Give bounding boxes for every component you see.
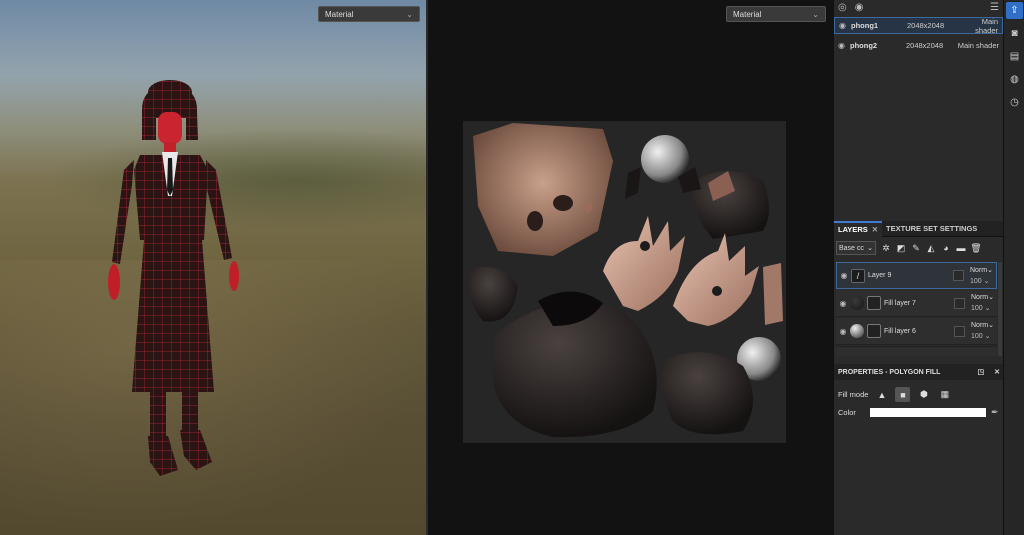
eye-link-icon[interactable]: ◎	[838, 2, 847, 13]
effects-icon[interactable]: ✲	[881, 243, 891, 253]
tab-layers-label: LAYERS	[838, 225, 868, 234]
shelf-icon[interactable]: ▤	[1006, 48, 1023, 65]
chevron-down-icon: ⌄	[983, 277, 990, 285]
texture-set-toolbar: ◎ ◉ ☰	[834, 0, 1003, 14]
uv-chunk-fill-icon[interactable]: ▦	[937, 387, 952, 402]
layer-row[interactable]: ◉ Fill layer 6 Norm⌄ 100 ⌄	[836, 318, 997, 345]
layer-name: Fill layer 6	[884, 327, 916, 335]
pop-out-icon[interactable]: ◳	[978, 368, 985, 376]
brush-layer-thumbnail: /	[851, 268, 865, 283]
texture-set-resolution: 2048x2048	[907, 21, 945, 30]
visibility-icon[interactable]: ◉	[836, 327, 850, 336]
visibility-icon[interactable]: ◉	[836, 299, 850, 308]
environment-icon[interactable]: ◍	[1006, 71, 1023, 88]
texture-set-name: phong2	[850, 41, 878, 50]
fill-bucket-icon[interactable]: ◭	[926, 243, 936, 253]
properties-header: PROPERTIES - POLYGON FILL ◳ ✕	[834, 364, 1004, 380]
layer-opacity: 100	[970, 277, 982, 285]
close-icon[interactable]: ✕	[872, 225, 878, 234]
uv-texture-sheet[interactable]	[463, 121, 786, 443]
texture-set-row[interactable]: ◉ phong2 2048x2048 Main shader	[834, 37, 1003, 54]
tab-texture-set-settings-label: TEXTURE SET SETTINGS	[886, 224, 978, 233]
layer-opacity: 100	[971, 333, 983, 340]
material-dropdown-3d[interactable]: Material ⌄	[318, 6, 420, 22]
display-settings-icon[interactable]: ◙	[1006, 25, 1023, 42]
triangle-fill-icon[interactable]: ▲	[874, 387, 889, 402]
texture-set-row[interactable]: ◉ phong1 2048x2048 Main shader	[834, 16, 1003, 35]
chevron-down-icon: ⌄	[812, 9, 819, 19]
visibility-icon[interactable]: ◉	[838, 41, 850, 50]
material-dropdown-2d[interactable]: Material ⌄	[726, 6, 826, 22]
layer-blend[interactable]: Norm⌄ 100 ⌄	[971, 320, 997, 342]
color-swatch[interactable]	[869, 408, 986, 417]
layer-name: Fill layer 7	[884, 299, 916, 307]
layer-opacity: 100	[971, 305, 983, 312]
right-panel: ◎ ◉ ☰ ◉ phong1 2048x2048 Main shader ◉ p…	[833, 0, 1004, 535]
chevron-down-icon: ⌄	[988, 294, 994, 301]
layers-toolbar: Base cc ⌄ ✲ ◩ ✎ ◭ ◕ ▬ 🗑	[836, 239, 1002, 257]
layers-tab-bar: LAYERS ✕ TEXTURE SET SETTINGS	[834, 220, 1004, 237]
close-icon[interactable]: ✕	[994, 368, 1000, 376]
blend-mode: Norm	[970, 266, 988, 274]
layer-row[interactable]: ◉ Fill layer 7 Norm⌄ 100 ⌄	[836, 290, 997, 317]
side-icon-bar: ⇪ ◙ ▤ ◍ ◷	[1003, 0, 1024, 535]
visibility-icon[interactable]: ◉	[837, 271, 851, 280]
texture-set-list-icon[interactable]: ⇪	[1006, 2, 1023, 19]
chevron-down-icon: ⌄	[988, 322, 994, 329]
polygon-fill-icon[interactable]: ■	[895, 387, 911, 402]
channel-select[interactable]: Base cc ⌄	[836, 241, 876, 255]
texture-set-name: phong1	[851, 21, 879, 30]
mask-icon[interactable]: ◩	[896, 243, 906, 253]
tab-texture-set-settings[interactable]: TEXTURE SET SETTINGS	[882, 221, 981, 237]
viewport-3d[interactable]: Material ⌄	[0, 0, 426, 535]
layer-row-partial[interactable]	[836, 346, 997, 356]
texture-set-resolution: 2048x2048	[906, 41, 944, 50]
fill-mode-label: Fill mode	[838, 390, 869, 399]
smart-material-icon[interactable]: ◕	[941, 243, 951, 253]
viewport-2d[interactable]: Material ⌄	[428, 0, 833, 535]
tab-layers[interactable]: LAYERS ✕	[834, 220, 883, 237]
layer-mask-thumbnail[interactable]	[954, 325, 965, 337]
chevron-down-icon: ⌄	[406, 9, 413, 19]
chevron-down-icon: ⌄	[984, 333, 991, 340]
chevron-down-icon: ⌄	[987, 266, 993, 274]
character-model	[108, 80, 239, 476]
texture-set-shader: Main shader	[957, 41, 999, 50]
trash-icon[interactable]: 🗑	[970, 243, 981, 253]
uv-islands	[469, 123, 783, 438]
material-dropdown-label: Material	[325, 9, 354, 19]
blend-mode: Norm	[971, 322, 989, 329]
layers-scrollbar[interactable]	[998, 262, 1002, 356]
fill-mask-thumbnail	[867, 324, 881, 338]
fill-mode-row: Fill mode ▲ ■ ⬢ ▦	[838, 387, 952, 402]
material-dropdown-label: Material	[733, 9, 762, 19]
eyedropper-icon[interactable]: ✒	[991, 407, 999, 418]
blend-mode: Norm	[971, 294, 989, 301]
fill-layer-thumbnail	[850, 324, 864, 338]
mesh-fill-icon[interactable]: ⬢	[916, 387, 931, 402]
layer-row[interactable]: ◉ / Layer 9 Norm⌄ 100 ⌄	[836, 262, 997, 289]
layer-mask-thumbnail[interactable]	[954, 297, 965, 309]
brush-icon[interactable]: ✎	[911, 243, 921, 253]
chevron-down-icon: ⌄	[867, 245, 873, 252]
list-settings-icon[interactable]: ☰	[990, 2, 999, 13]
eye-icon[interactable]: ◉	[855, 2, 864, 13]
color-label: Color	[838, 408, 856, 417]
visibility-icon[interactable]: ◉	[839, 21, 851, 30]
layer-blend[interactable]: Norm⌄ 100 ⌄	[970, 265, 996, 287]
chevron-down-icon: ⌄	[984, 305, 991, 312]
color-row: Color ✒	[838, 407, 1002, 418]
channel-select-label: Base cc	[839, 244, 864, 252]
texture-set-shader: Main shader	[975, 16, 998, 35]
fill-layer-thumbnail	[850, 296, 864, 310]
history-icon[interactable]: ◷	[1006, 94, 1023, 111]
layer-name: Layer 9	[868, 272, 892, 279]
layer-mask-thumbnail[interactable]	[953, 270, 964, 281]
folder-icon[interactable]: ▬	[956, 243, 966, 253]
fill-mask-thumbnail	[867, 296, 881, 310]
layer-blend[interactable]: Norm⌄ 100 ⌄	[971, 292, 997, 314]
properties-title: PROPERTIES - POLYGON FILL	[838, 368, 941, 376]
